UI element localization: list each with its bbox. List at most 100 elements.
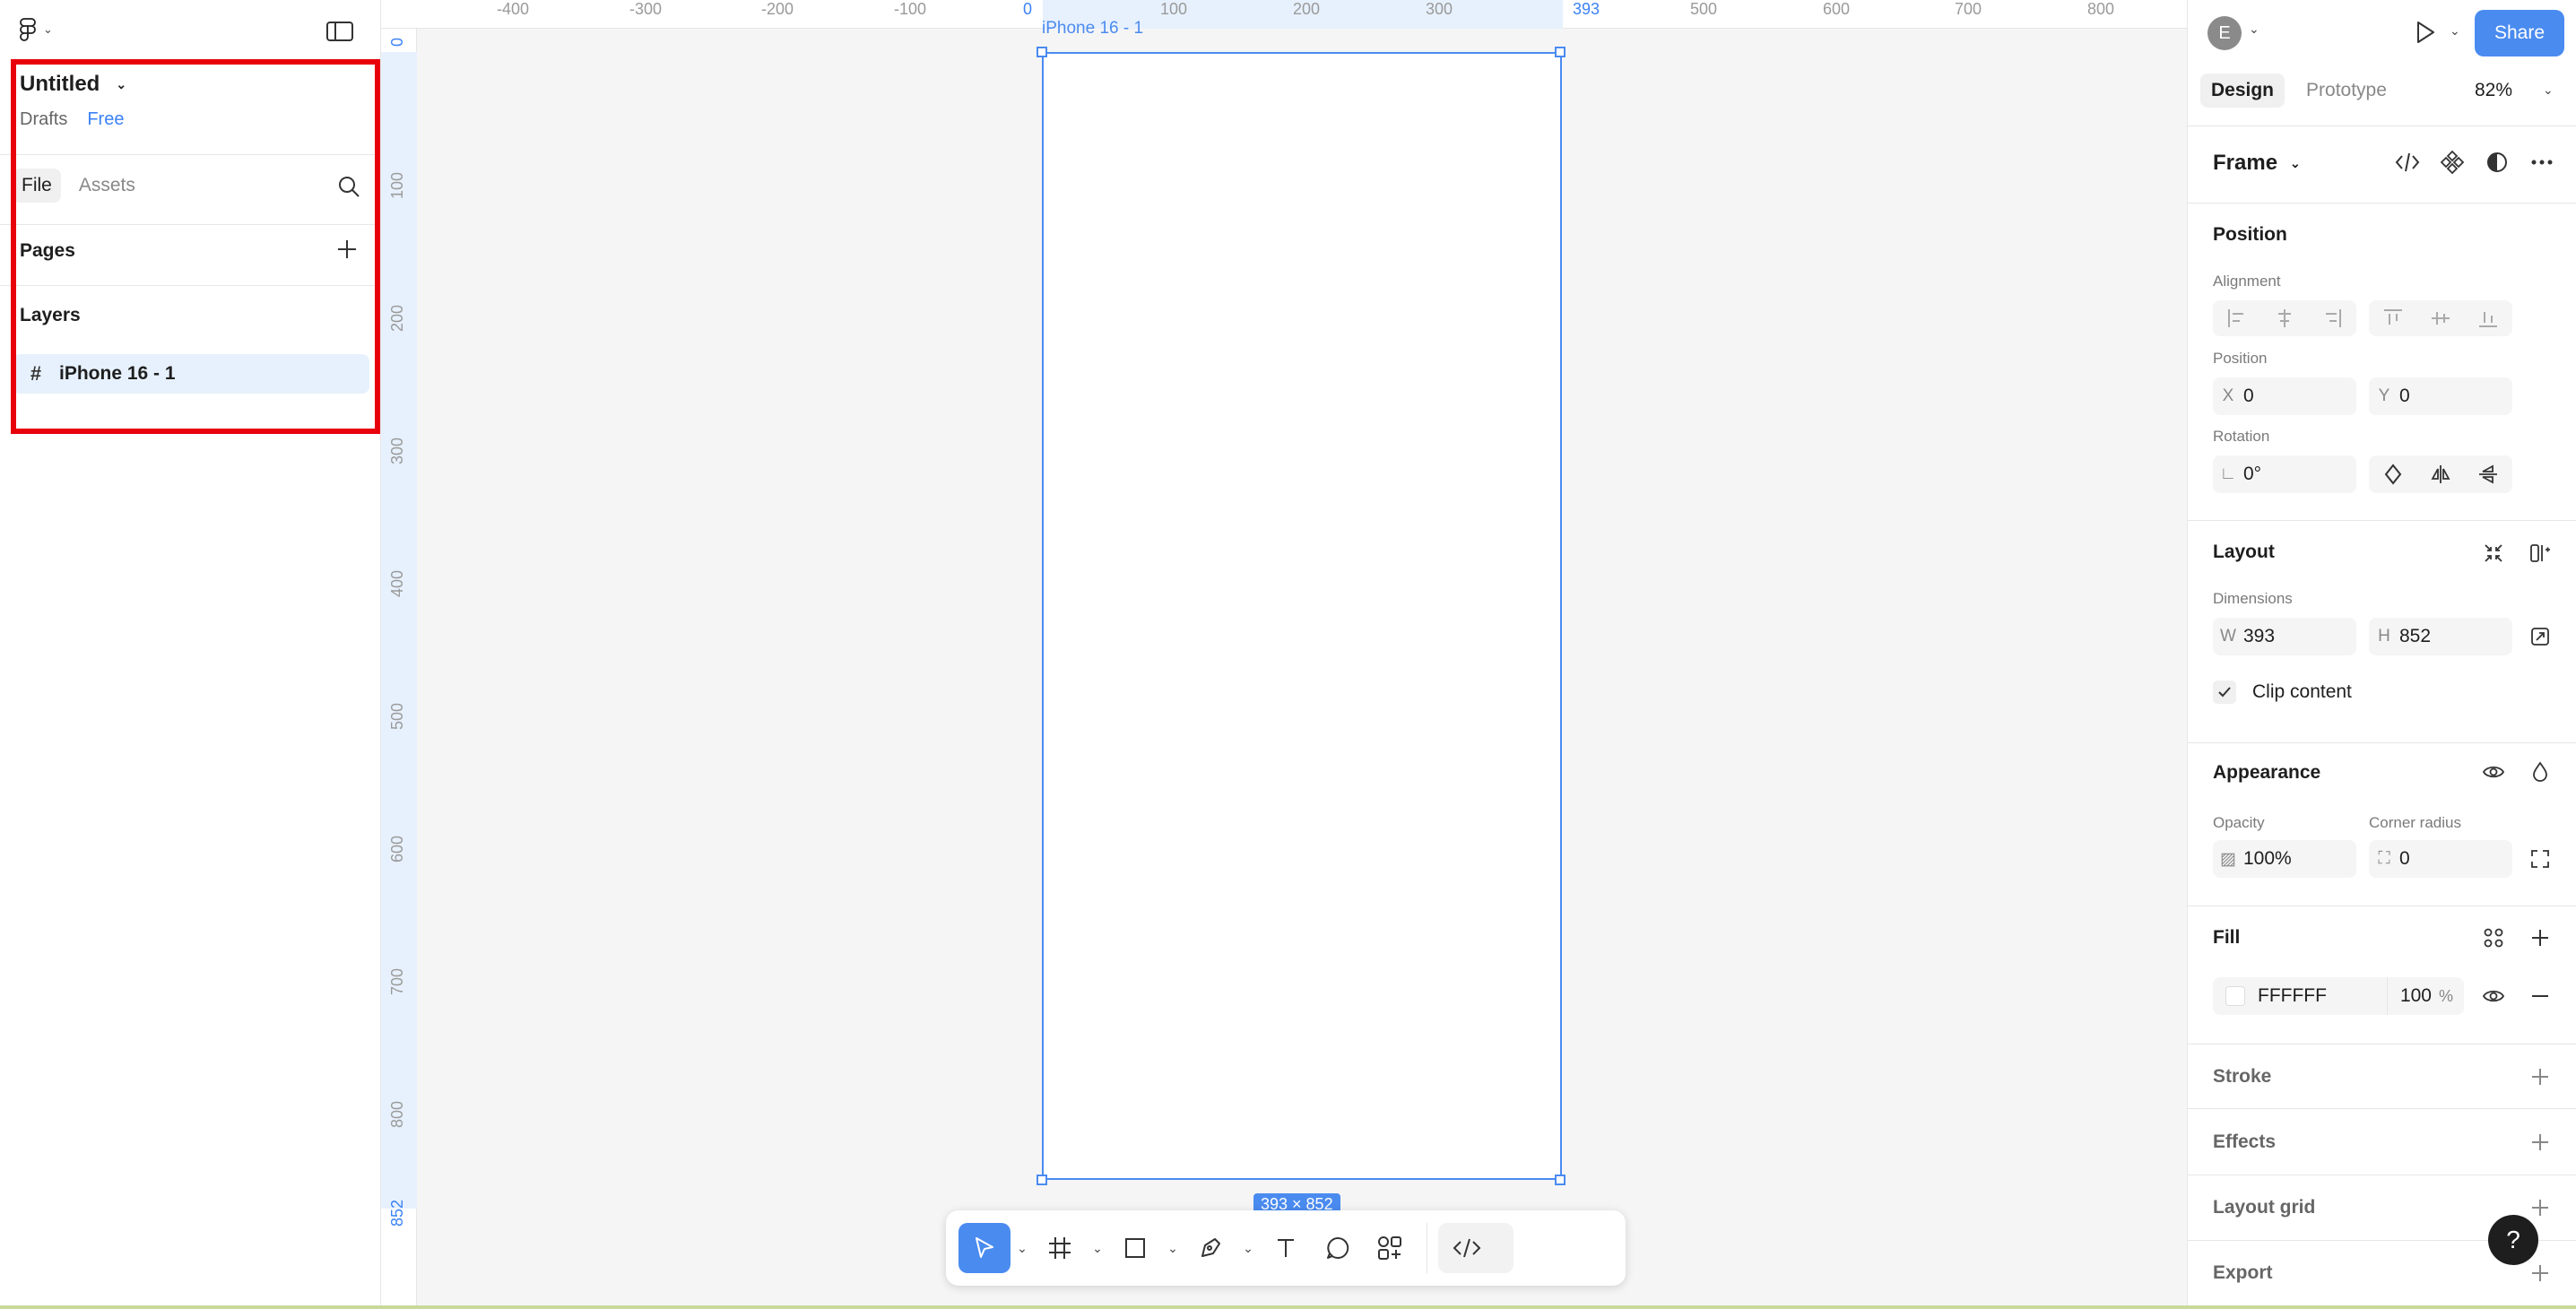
add-layout-grid-icon[interactable]	[2527, 1194, 2554, 1221]
play-icon[interactable]	[2410, 18, 2439, 47]
styles-icon[interactable]	[2480, 924, 2507, 951]
layout-grid-section-title[interactable]: Layout grid	[2213, 1197, 2315, 1218]
file-location[interactable]: Drafts	[20, 109, 67, 130]
tab-prototype[interactable]: Prototype	[2295, 74, 2398, 108]
layer-item[interactable]: # iPhone 16 - 1	[13, 354, 369, 394]
resize-handle[interactable]	[1036, 47, 1047, 57]
main-menu-button[interactable]: ⌄	[20, 18, 53, 41]
pages-heading[interactable]: Pages	[20, 240, 75, 262]
text-tool-button[interactable]	[1260, 1223, 1312, 1273]
height-field[interactable]: H 852	[2369, 618, 2512, 655]
search-icon[interactable]	[335, 173, 362, 200]
ruler-tick: 200	[388, 304, 406, 332]
chevron-down-icon[interactable]: ⌄	[2450, 23, 2460, 39]
remove-fill-icon[interactable]	[2527, 983, 2554, 1010]
align-top-icon[interactable]	[2369, 300, 2416, 336]
share-button[interactable]: Share	[2475, 10, 2564, 56]
code-icon[interactable]	[2394, 149, 2421, 176]
ruler-tick: 300	[388, 437, 406, 464]
resize-to-fit-icon[interactable]	[2480, 540, 2507, 567]
fill-opacity[interactable]: 100 %	[2386, 977, 2464, 1015]
align-center-h-icon[interactable]	[2260, 300, 2308, 336]
shape-tool-button[interactable]	[1109, 1223, 1161, 1273]
resize-handle[interactable]	[1555, 1175, 1566, 1185]
tab-design[interactable]: Design	[2200, 74, 2285, 108]
chevron-down-icon[interactable]: ⌄	[1161, 1223, 1184, 1273]
resize-handle[interactable]	[1555, 47, 1566, 57]
frame-type-selector[interactable]: Frame ⌄	[2213, 151, 2301, 176]
horizontal-alignment-group	[2213, 300, 2356, 336]
opacity-field[interactable]: ▨ 100%	[2213, 840, 2356, 878]
rotation-field[interactable]: ∟ 0°	[2213, 455, 2356, 493]
iphone-frame[interactable]	[1042, 52, 1562, 1180]
flip-horizontal-icon[interactable]	[2416, 455, 2464, 493]
frame-tool-button[interactable]	[1034, 1223, 1086, 1273]
add-stroke-icon[interactable]	[2527, 1063, 2554, 1090]
fill-swatch[interactable]	[2225, 986, 2245, 1006]
x-position-field[interactable]: X 0	[2213, 377, 2356, 415]
add-page-icon[interactable]	[334, 236, 360, 263]
zoom-level[interactable]: 82%	[2475, 80, 2512, 101]
canvas[interactable]: iPhone 16 - 1 393 × 852	[418, 19, 2186, 1309]
pen-tool-button[interactable]	[1184, 1223, 1236, 1273]
export-section-title[interactable]: Export	[2213, 1262, 2273, 1284]
add-fill-icon[interactable]	[2527, 924, 2554, 951]
file-title-button[interactable]: Untitled ⌄	[20, 72, 126, 97]
ruler-tick: 100	[1159, 0, 1188, 18]
ruler-tick: -400	[496, 0, 530, 18]
mask-icon[interactable]	[2484, 149, 2511, 176]
ruler-tick: 600	[1822, 0, 1851, 18]
more-icon[interactable]	[2528, 149, 2555, 176]
effects-section-title[interactable]: Effects	[2213, 1131, 2276, 1153]
bottom-toolbar: ⌄ ⌄ ⌄ ⌄	[946, 1210, 1626, 1286]
actions-tool-button[interactable]	[1364, 1223, 1416, 1273]
flip-vertical-icon[interactable]	[2465, 455, 2512, 493]
width-field[interactable]: W 393	[2213, 618, 2356, 655]
right-tabs: Design Prototype	[2200, 74, 2398, 108]
chevron-down-icon[interactable]: ⌄	[2249, 22, 2259, 37]
component-icon[interactable]	[2439, 149, 2466, 176]
chevron-down-icon[interactable]: ⌄	[2543, 82, 2554, 98]
corner-radius-label: Corner radius	[2369, 814, 2461, 831]
help-button[interactable]: ?	[2488, 1215, 2538, 1265]
add-effect-icon[interactable]	[2527, 1129, 2554, 1156]
tab-file[interactable]: File	[13, 169, 61, 203]
rotate-90-icon[interactable]	[2369, 455, 2416, 493]
eye-icon[interactable]	[2480, 983, 2507, 1010]
independent-corners-icon[interactable]	[2527, 845, 2554, 872]
right-panel: E ⌄ ⌄ Share Design Prototype 82% ⌄ Frame…	[2187, 0, 2576, 1309]
move-tool-button[interactable]	[958, 1223, 1010, 1273]
align-middle-icon[interactable]	[2416, 300, 2464, 336]
auto-layout-icon[interactable]	[2527, 540, 2554, 567]
comment-tool-button[interactable]	[1312, 1223, 1364, 1273]
fill-row[interactable]: FFFFFF 100 %	[2213, 977, 2464, 1015]
plan-badge[interactable]: Free	[87, 109, 124, 130]
frame-actions	[2394, 149, 2555, 176]
avatar[interactable]: E	[2207, 16, 2242, 50]
align-bottom-icon[interactable]	[2465, 300, 2512, 336]
blend-mode-icon[interactable]	[2527, 759, 2554, 785]
opacity-icon: ▨	[2220, 849, 2236, 869]
dev-mode-toggle[interactable]	[1438, 1223, 1514, 1273]
chevron-down-icon[interactable]: ⌄	[1010, 1223, 1034, 1273]
chevron-down-icon[interactable]: ⌄	[1086, 1223, 1109, 1273]
eye-icon[interactable]	[2480, 759, 2507, 785]
frame-label[interactable]: iPhone 16 - 1	[1042, 19, 1143, 39]
clip-content-checkbox[interactable]	[2213, 681, 2236, 704]
add-export-icon[interactable]	[2527, 1260, 2554, 1287]
sidebar-toggle-icon[interactable]	[326, 22, 353, 41]
align-left-icon[interactable]	[2213, 300, 2260, 336]
resize-handle[interactable]	[1036, 1175, 1047, 1185]
ruler-tick: 700	[1954, 0, 1982, 18]
tab-assets[interactable]: Assets	[70, 169, 144, 203]
chevron-down-icon[interactable]: ⌄	[1236, 1223, 1260, 1273]
constrain-proportions-icon[interactable]	[2527, 623, 2554, 650]
fill-hex[interactable]: FFFFFF	[2258, 985, 2327, 1007]
corner-radius-field[interactable]: ⛶ 0	[2369, 840, 2512, 878]
align-right-icon[interactable]	[2309, 300, 2356, 336]
stroke-section-title[interactable]: Stroke	[2213, 1066, 2271, 1088]
divider	[2188, 1044, 2576, 1045]
y-position-field[interactable]: Y 0	[2369, 377, 2512, 415]
ruler-tick: 100	[388, 171, 406, 199]
percent-sign: %	[2438, 986, 2453, 1005]
